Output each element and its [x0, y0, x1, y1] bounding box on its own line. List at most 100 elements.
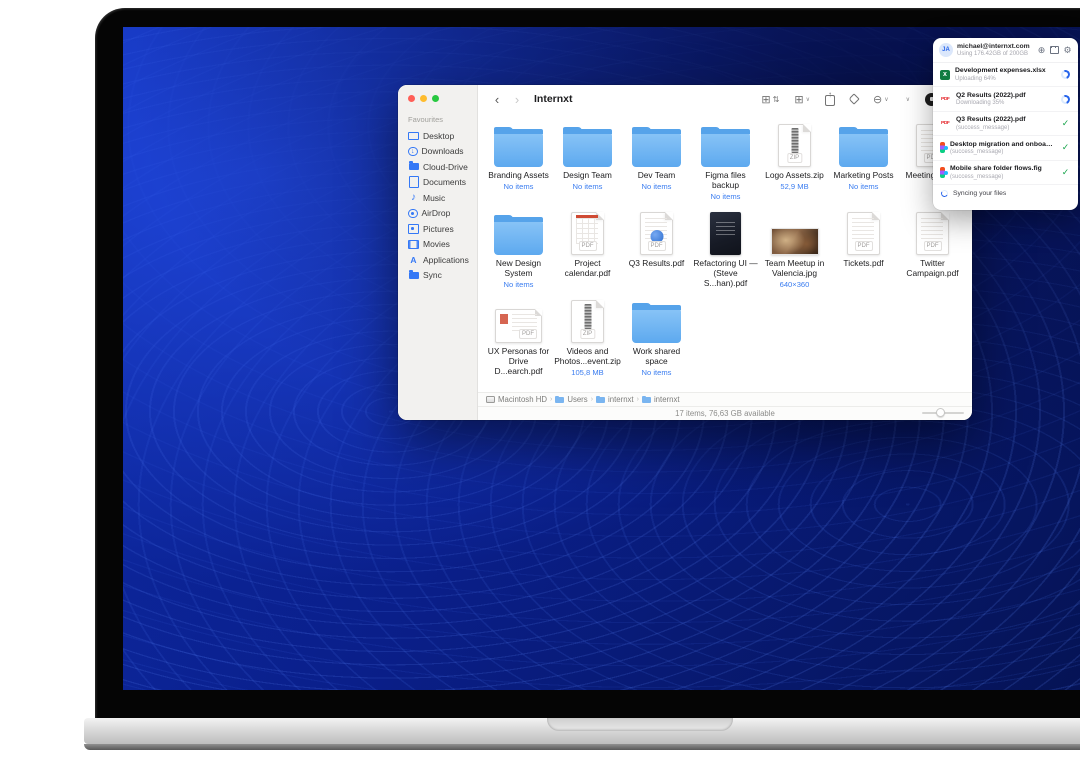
- sidebar-item[interactable]: Movies: [408, 237, 477, 253]
- folder-mini-icon: [555, 397, 564, 403]
- sync-item-status: Uploading 64%: [955, 76, 1055, 82]
- toolbar-icons: ⊞ ⊞∨ ⊖∨ ∨: [761, 85, 938, 113]
- file-item[interactable]: Work shared space No items: [622, 291, 691, 379]
- breadcrumb-item[interactable]: internxt ›: [596, 395, 639, 404]
- file-item[interactable]: PDF Twitter Campaign.pdf: [898, 203, 967, 291]
- file-item[interactable]: Design Team No items: [553, 115, 622, 203]
- book-icon: [710, 212, 741, 255]
- pdf-calendar-icon: PDF: [571, 212, 604, 255]
- sync-item: Desktop migration and onboardi... (succe…: [933, 136, 1078, 160]
- sidebar-item[interactable]: Cloud-Drive: [408, 159, 477, 175]
- document-icon: [408, 177, 419, 188]
- file-item[interactable]: PDF UX Personas for Drive D...earch.pdf: [484, 291, 553, 379]
- actions-menu-icon[interactable]: ⊖∨: [873, 93, 889, 106]
- minimize-button[interactable]: [420, 95, 427, 102]
- file-item[interactable]: Figma files backup No items: [691, 115, 760, 203]
- folder-blue-icon: [408, 270, 419, 281]
- file-item[interactable]: PDF Q3 Results.pdf: [622, 203, 691, 291]
- file-item[interactable]: Branding Assets No items: [484, 115, 553, 203]
- file-type-badge: PDF: [924, 241, 942, 251]
- file-item[interactable]: Dev Team No items: [622, 115, 691, 203]
- file-type-badge: PDF: [579, 241, 597, 251]
- file-subtitle: No items: [849, 182, 879, 191]
- settings-gear-icon[interactable]: [1063, 46, 1072, 55]
- file-item[interactable]: Team Meetup in Valencia.jpg 640×360: [760, 203, 829, 291]
- pictures-icon: [408, 223, 419, 234]
- file-type-badge: ZIP: [787, 153, 802, 163]
- pdfmini-icon: [940, 95, 951, 103]
- forward-button[interactable]: ›: [510, 92, 524, 107]
- applications-icon: [408, 254, 419, 265]
- sync-item-status: (success_message): [956, 125, 1055, 131]
- open-folder-icon[interactable]: [1050, 46, 1059, 55]
- breadcrumb-item[interactable]: Users ›: [555, 395, 593, 404]
- file-subtitle: No items: [504, 182, 534, 191]
- sync-item: Mobile share folder flows.fig (success_m…: [933, 161, 1078, 185]
- breadcrumb-separator: ›: [637, 396, 639, 403]
- pdfmini-icon: [940, 119, 951, 127]
- chevron-down-icon[interactable]: ∨: [904, 96, 910, 103]
- music-icon: [408, 192, 419, 203]
- close-button[interactable]: [408, 95, 415, 102]
- file-type-badge: PDF: [519, 329, 537, 339]
- back-button[interactable]: ‹: [490, 92, 504, 107]
- success-check-icon: ✓: [1062, 167, 1070, 178]
- pdf-chart-icon: PDF: [640, 212, 673, 255]
- sidebar: Favourites Desktop Downloads Cloud-Drive…: [398, 85, 478, 420]
- share-icon[interactable]: [825, 95, 835, 106]
- sidebar-item-label: Applications: [423, 255, 469, 265]
- sync-item-name: Development expenses.xlsx: [955, 67, 1055, 74]
- view-grid-icon[interactable]: ⊞: [761, 93, 779, 106]
- file-type-badge: PDF: [648, 241, 666, 251]
- pdf-icon: PDF: [916, 212, 949, 255]
- breadcrumb-item[interactable]: internxt ›: [642, 395, 680, 404]
- toolbar: ‹ › Internxt ⊞ ⊞∨ ⊖∨ ∨: [478, 85, 972, 113]
- file-item[interactable]: ZIP Logo Assets.zip 52,9 MB: [760, 115, 829, 203]
- sidebar-item[interactable]: Documents: [408, 175, 477, 191]
- sidebar-item[interactable]: Sync: [408, 268, 477, 284]
- account-email: michael@internxt.com: [957, 43, 1033, 50]
- slider-knob[interactable]: [936, 408, 945, 417]
- downloads-icon: [408, 147, 418, 157]
- syncing-label: Syncing your files: [953, 190, 1006, 197]
- excel-icon: [940, 70, 950, 80]
- zoom-button[interactable]: [432, 95, 439, 102]
- globe-icon[interactable]: [1037, 46, 1046, 55]
- sync-item: Q2 Results (2022).pdf Downloading 35% ✓: [933, 87, 1078, 111]
- file-item[interactable]: PDF Tickets.pdf: [829, 203, 898, 291]
- file-item[interactable]: ZIP Videos and Photos...event.zip 105,8 …: [553, 291, 622, 379]
- file-name: Team Meetup in Valencia.jpg: [761, 259, 828, 279]
- file-name: Tickets.pdf: [843, 259, 883, 269]
- sync-item-status: Downloading 35%: [956, 100, 1055, 106]
- sidebar-item[interactable]: Downloads: [408, 144, 477, 160]
- sidebar-item[interactable]: Desktop: [408, 128, 477, 144]
- tag-icon[interactable]: [848, 93, 859, 104]
- file-item[interactable]: Refactoring UI — (Steve S...han).pdf: [691, 203, 760, 291]
- icon-size-slider[interactable]: [922, 408, 964, 417]
- sync-item-name: Q2 Results (2022).pdf: [956, 92, 1055, 99]
- file-subtitle: 105,8 MB: [571, 368, 604, 377]
- file-name: Videos and Photos...event.zip: [554, 347, 621, 367]
- sidebar-item[interactable]: Pictures: [408, 221, 477, 237]
- sidebar-item-label: AirDrop: [422, 208, 451, 218]
- file-subtitle: 52,9 MB: [780, 182, 808, 191]
- file-item[interactable]: PDF Project calendar.pdf: [553, 203, 622, 291]
- file-item[interactable]: Marketing Posts No items: [829, 115, 898, 203]
- sidebar-item[interactable]: Applications: [408, 252, 477, 268]
- sidebar-item-label: Movies: [423, 239, 450, 249]
- file-grid: Branding Assets No items Design Team No …: [484, 113, 972, 392]
- breadcrumb-item[interactable]: Macintosh HD ›: [486, 395, 552, 404]
- figma-icon: [940, 167, 945, 178]
- finder-window: Favourites Desktop Downloads Cloud-Drive…: [398, 85, 972, 420]
- sidebar-item[interactable]: AirDrop: [408, 206, 477, 222]
- sidebar-item[interactable]: Music: [408, 190, 477, 206]
- status-bar: 17 items, 76,63 GB available: [478, 406, 972, 420]
- airdrop-icon: [408, 209, 418, 219]
- sidebar-item-label: Desktop: [423, 131, 454, 141]
- group-by-icon[interactable]: ⊞∨: [794, 93, 810, 106]
- movies-icon: [408, 239, 419, 250]
- file-item[interactable]: New Design System No items: [484, 203, 553, 291]
- zip-icon: ZIP: [778, 124, 811, 167]
- file-subtitle: No items: [504, 280, 534, 289]
- sync-item-status: (success_message): [950, 149, 1055, 155]
